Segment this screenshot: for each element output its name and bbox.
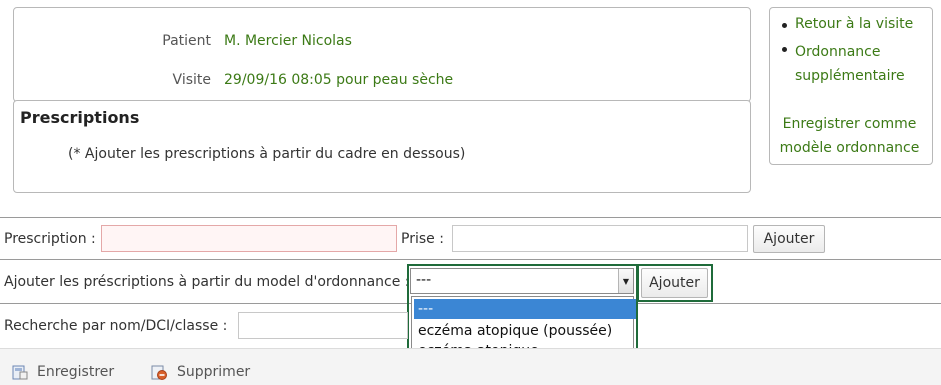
add-from-model-button[interactable]: Ajouter <box>641 268 708 298</box>
chevron-down-icon[interactable]: ▼ <box>618 269 633 293</box>
save-icon <box>12 365 28 380</box>
divider <box>0 217 941 218</box>
bottom-toolbar <box>0 348 941 385</box>
delete-label: Supprimer <box>177 364 251 380</box>
model-select-value: --- <box>416 272 432 288</box>
prise-label: Prise : <box>401 231 444 247</box>
bullet-icon <box>782 23 787 28</box>
dropdown-option[interactable]: --- <box>414 299 636 319</box>
visit-value: 29/09/16 08:05 pour peau sèche <box>224 72 454 88</box>
prescriptions-note: (* Ajouter les prescriptions à partir du… <box>68 146 466 162</box>
model-select[interactable]: --- ▼ <box>410 268 634 294</box>
patient-name: M. Mercier Nicolas <box>224 33 352 49</box>
save-label: Enregistrer <box>37 364 115 380</box>
save-button[interactable]: Enregistrer <box>12 364 114 380</box>
delete-button[interactable]: Supprimer <box>151 364 250 380</box>
save-as-template-link[interactable]: Enregistrer comme modèle ordonnance <box>772 112 927 160</box>
prise-input[interactable] <box>452 225 748 252</box>
bullet-icon <box>782 47 787 52</box>
sidebar-item-retour-visite[interactable]: Retour à la visite <box>795 16 913 32</box>
model-label: Ajouter les préscriptions à partir du mo… <box>4 274 410 290</box>
search-input[interactable] <box>238 312 408 339</box>
search-label: Recherche par nom/DCI/classe : <box>4 318 228 334</box>
divider <box>0 259 941 260</box>
add-prescription-button[interactable]: Ajouter <box>753 225 825 253</box>
visit-label: Visite <box>172 72 211 88</box>
dropdown-option[interactable]: eczéma atopique (poussée) <box>414 321 636 341</box>
prescription-label: Prescription : <box>4 231 96 247</box>
sidebar-item-ordonnance-supplementaire[interactable]: Ordonnance supplémentaire <box>795 40 915 88</box>
prescription-input[interactable] <box>101 225 397 252</box>
patient-label: Patient <box>162 33 211 49</box>
prescriptions-title: Prescriptions <box>20 108 140 127</box>
delete-icon <box>151 365 167 380</box>
